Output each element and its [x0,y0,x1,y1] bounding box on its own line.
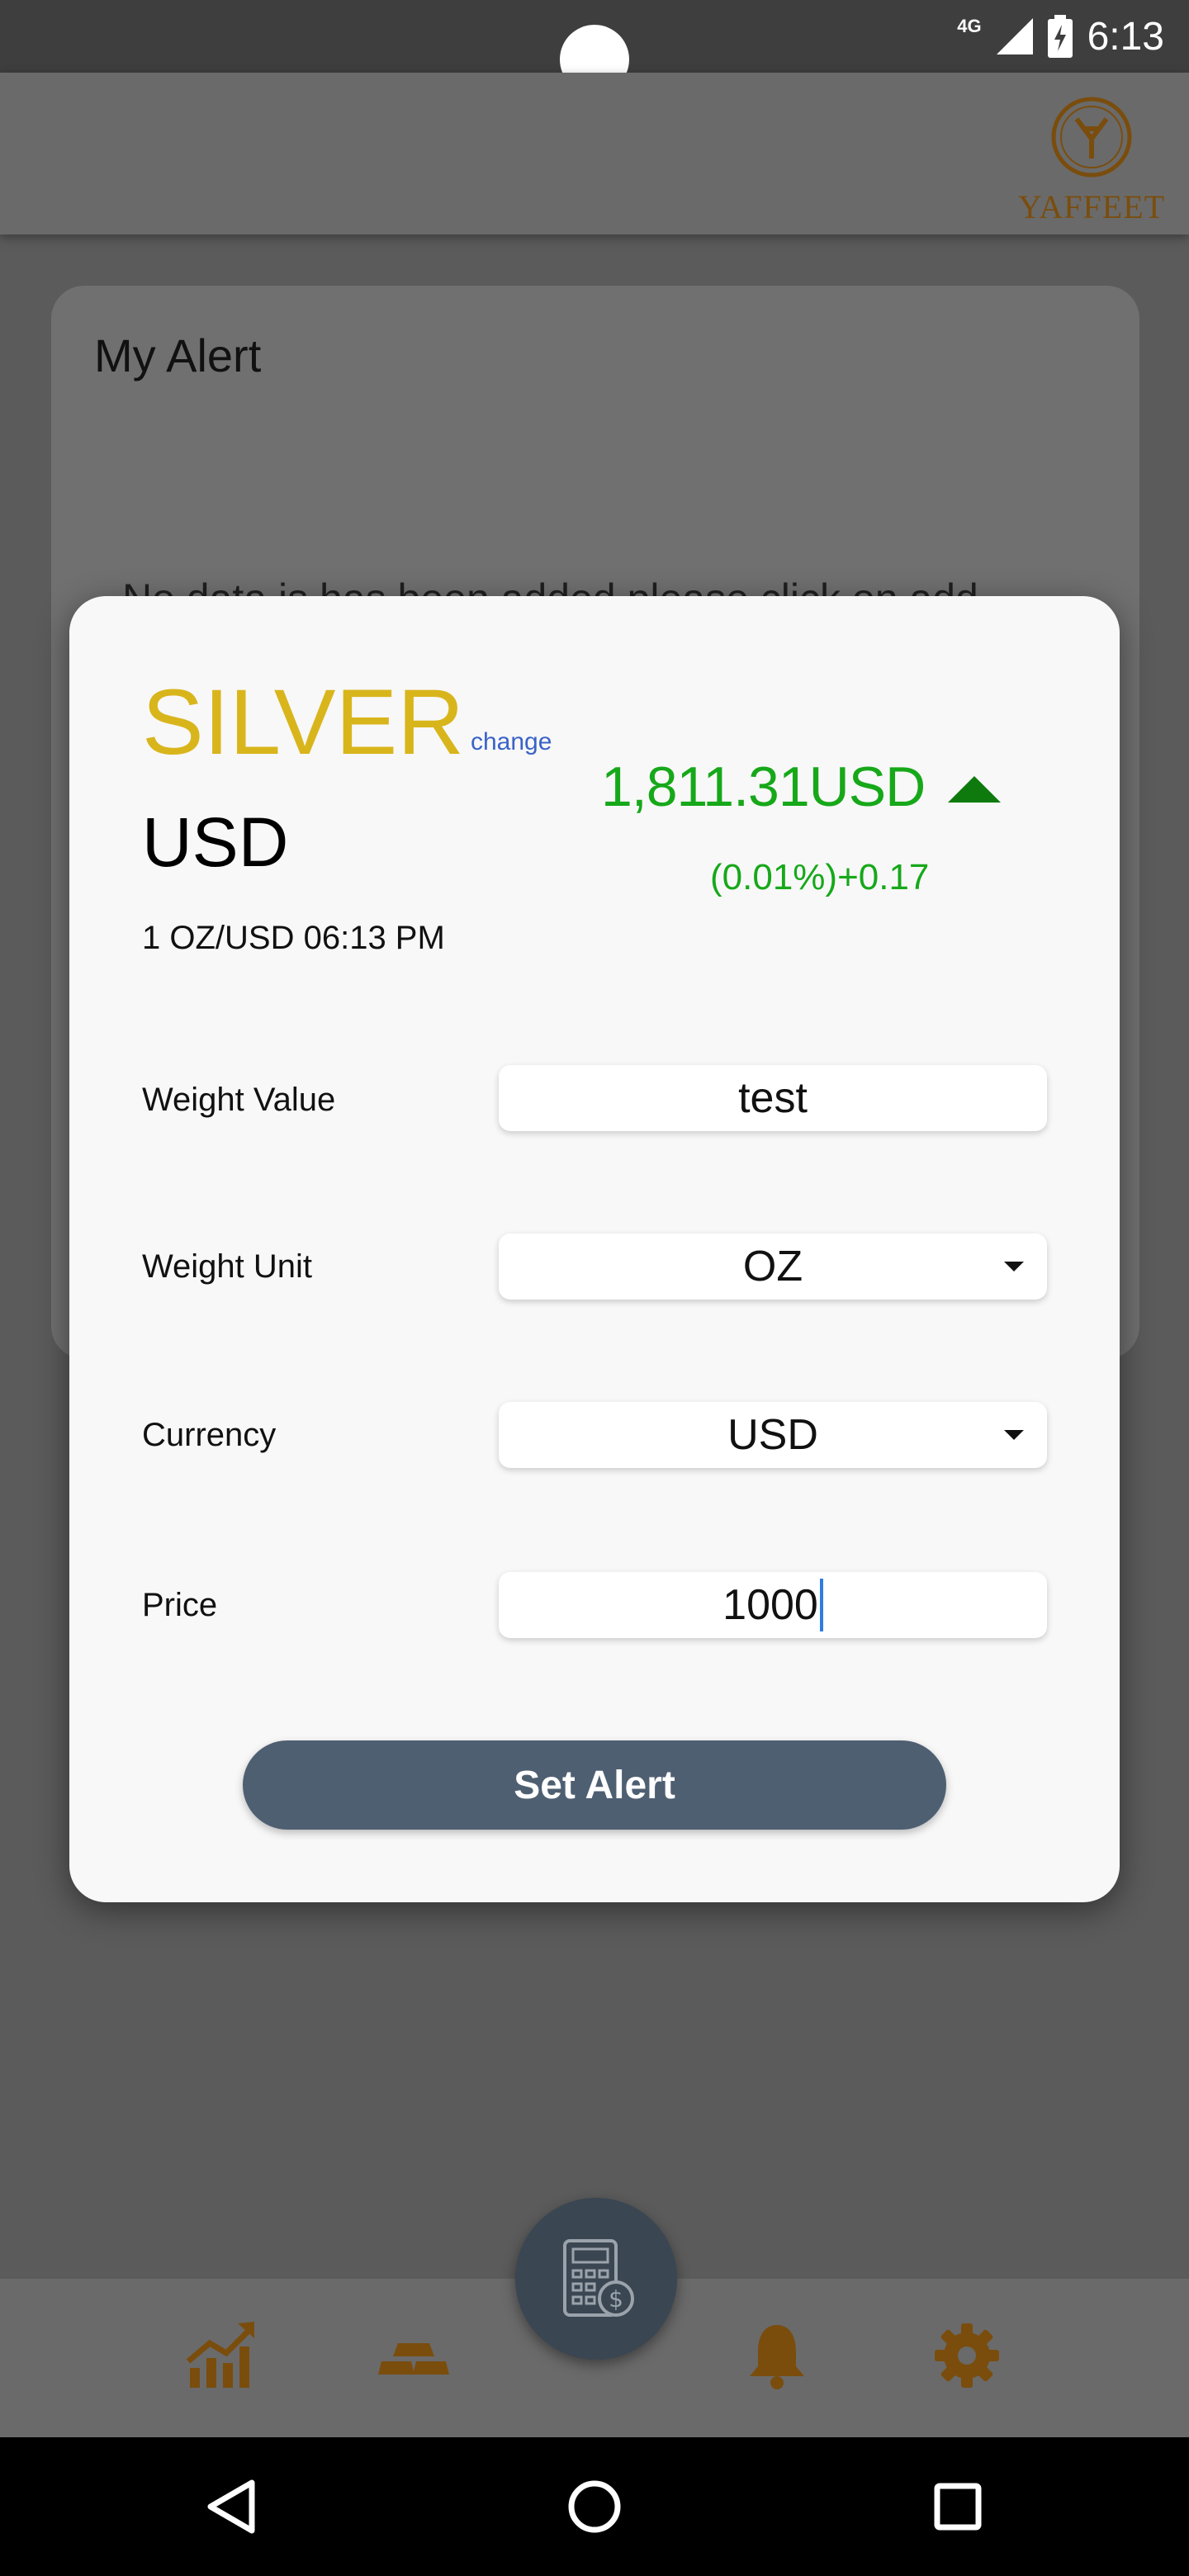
price-change: (0.01%)+0.17 [710,857,930,897]
logo-emblem-icon [1051,97,1132,178]
weight-unit-label: Weight Unit [142,1248,313,1285]
set-alert-button[interactable]: Set Alert [243,1740,946,1830]
currency-select[interactable]: USD [499,1402,1047,1468]
nav-alerts[interactable] [740,2318,814,2393]
brand-name: YAFFEET [1017,188,1166,225]
price-input[interactable]: 1000 [499,1572,1047,1638]
clock: 6:13 [1087,14,1164,59]
price-label: Price [142,1587,218,1623]
status-icons: 4G 6:13 [957,12,1164,61]
price-input-text: 1000 [722,1581,818,1629]
price-up-icon [948,776,1001,803]
app-header: YAFFEET [0,73,1189,234]
weight-value-text: test [738,1074,808,1122]
chart-icon [186,2322,254,2388]
weight-value-label: Weight Value [142,1082,336,1118]
network-type: 4G [957,16,982,36]
weight-unit-select[interactable]: OZ [499,1234,1047,1300]
currency-code: USD [142,803,289,881]
currency-value: USD [727,1411,818,1459]
home-icon [568,2480,621,2533]
svg-text:$: $ [609,2285,623,2313]
set-alert-dialog: SILVER change USD 1 OZ/USD 06:13 PM 1,81… [69,596,1120,1902]
chevron-down-icon [1004,1430,1024,1440]
chevron-down-icon [1004,1262,1024,1271]
back-icon [207,2479,255,2534]
gear-icon [935,2323,999,2388]
current-price: 1,811.31USD [601,755,926,818]
home-button[interactable] [553,2465,636,2548]
currency-label: Currency [142,1417,277,1453]
text-cursor [819,1579,823,1631]
recents-button[interactable] [917,2465,999,2548]
calculator-icon: $ [563,2239,634,2317]
change-metal-link[interactable]: change [471,728,552,756]
gold-bars-icon [378,2343,449,2375]
signal-icon [996,18,1033,54]
recents-icon [934,2483,982,2531]
weight-value-input[interactable]: test [499,1065,1047,1131]
metal-name: SILVER [142,670,465,774]
system-nav-bar [0,2437,1189,2576]
calculator-button[interactable]: $ [515,2198,677,2360]
bell-icon [750,2325,804,2389]
card-title: My Alert [94,329,262,381]
quote-time: 1 OZ/USD 06:13 PM [142,920,445,956]
weight-unit-value: OZ [742,1243,803,1290]
battery-icon [1047,15,1073,58]
nav-gold[interactable] [377,2318,451,2393]
nav-chart[interactable] [185,2318,259,2393]
nav-settings[interactable] [930,2318,1004,2393]
back-button[interactable] [190,2465,272,2548]
logo[interactable]: YAFFEET [1017,94,1166,226]
